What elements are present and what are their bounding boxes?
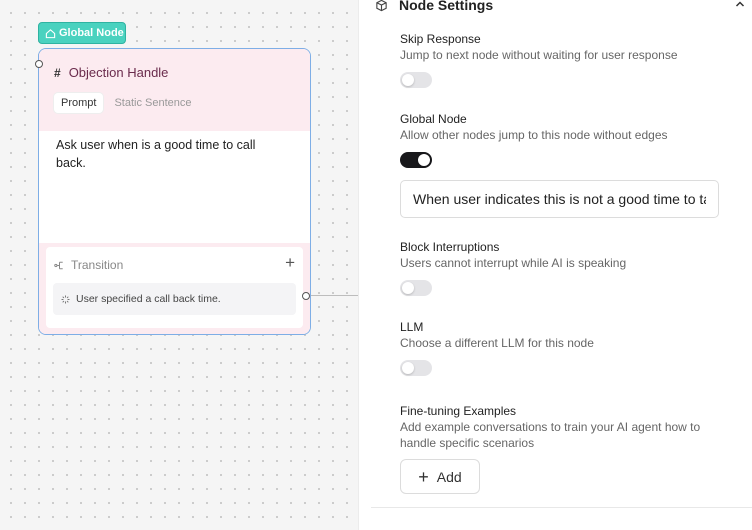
flow-canvas[interactable]: Global Node # Objection Handle Prompt St… bbox=[0, 0, 358, 530]
skip-response-toggle[interactable] bbox=[400, 72, 432, 88]
home-icon bbox=[45, 28, 56, 38]
loader-icon bbox=[61, 294, 70, 304]
flow-node-objection-handle[interactable]: # Objection Handle Prompt Static Sentenc… bbox=[38, 48, 311, 335]
setting-label: Global Node bbox=[400, 112, 467, 126]
node-title: # Objection Handle bbox=[54, 65, 168, 80]
node-settings-panel: Node Settings Skip Response Jump to next… bbox=[358, 0, 752, 530]
add-button-label: Add bbox=[436, 468, 462, 485]
setting-label: Skip Response bbox=[400, 32, 481, 46]
setting-label: Fine-tuning Examples bbox=[400, 404, 517, 418]
llm-toggle[interactable] bbox=[400, 360, 432, 376]
transition-output-handle[interactable] bbox=[302, 292, 310, 300]
tab-prompt[interactable]: Prompt bbox=[54, 93, 104, 113]
setting-llm: LLM Choose a different LLM for this node bbox=[400, 320, 730, 351]
transition-item[interactable]: User specified a call back time. bbox=[53, 283, 296, 315]
transition-card: Transition + User specified a call back … bbox=[46, 247, 303, 328]
panel-header[interactable]: Node Settings bbox=[375, 0, 752, 16]
panel-title: Node Settings bbox=[399, 0, 494, 13]
toggle-knob bbox=[418, 154, 430, 166]
setting-description: Jump to next node without waiting for us… bbox=[400, 48, 678, 62]
add-example-button[interactable]: + Add bbox=[400, 459, 480, 494]
plus-icon: + bbox=[418, 466, 429, 487]
toggle-knob bbox=[402, 282, 414, 294]
node-title-text[interactable]: Objection Handle bbox=[69, 65, 169, 80]
transition-header: Transition bbox=[54, 258, 123, 272]
setting-skip-response: Skip Response Jump to next node without … bbox=[400, 32, 730, 63]
setting-description: Add example conversations to train your … bbox=[400, 420, 701, 450]
global-node-badge-label: Global Node bbox=[59, 27, 124, 39]
transition-item-label: User specified a call back time. bbox=[76, 293, 221, 305]
node-header: # Objection Handle Prompt Static Sentenc… bbox=[39, 49, 310, 131]
global-node-toggle[interactable] bbox=[400, 152, 432, 168]
setting-label: Block Interruptions bbox=[400, 240, 500, 254]
cube-icon bbox=[376, 0, 387, 11]
node-tabs: Prompt Static Sentence bbox=[54, 93, 199, 113]
chevron-up-icon[interactable] bbox=[734, 0, 746, 10]
transition-label: Transition bbox=[71, 258, 124, 272]
setting-block-interruptions: Block Interruptions Users cannot interru… bbox=[400, 240, 730, 271]
add-transition-button[interactable]: + bbox=[285, 253, 295, 273]
prompt-text[interactable]: Ask user when is a good time to call bac… bbox=[56, 136, 281, 172]
setting-fine-tuning-examples: Fine-tuning Examples Add example convers… bbox=[400, 404, 730, 451]
global-node-condition-input[interactable] bbox=[400, 180, 719, 218]
toggle-knob bbox=[402, 74, 414, 86]
setting-description: Choose a different LLM for this node bbox=[400, 336, 594, 350]
transition-section: Transition + User specified a call back … bbox=[39, 243, 310, 334]
transition-icon bbox=[54, 261, 63, 269]
tab-static-sentence[interactable]: Static Sentence bbox=[107, 93, 198, 113]
edge-connector bbox=[311, 295, 358, 296]
setting-description: Users cannot interrupt while AI is speak… bbox=[400, 256, 627, 270]
global-node-badge: Global Node bbox=[38, 22, 126, 44]
toggle-knob bbox=[402, 362, 414, 374]
hash-icon: # bbox=[54, 65, 61, 80]
setting-description: Allow other nodes jump to this node with… bbox=[400, 128, 668, 142]
block-interruptions-toggle[interactable] bbox=[400, 280, 432, 296]
panel-divider bbox=[371, 507, 752, 508]
setting-global-node: Global Node Allow other nodes jump to th… bbox=[400, 112, 730, 143]
node-input-handle[interactable] bbox=[35, 60, 43, 68]
setting-label: LLM bbox=[400, 320, 424, 334]
